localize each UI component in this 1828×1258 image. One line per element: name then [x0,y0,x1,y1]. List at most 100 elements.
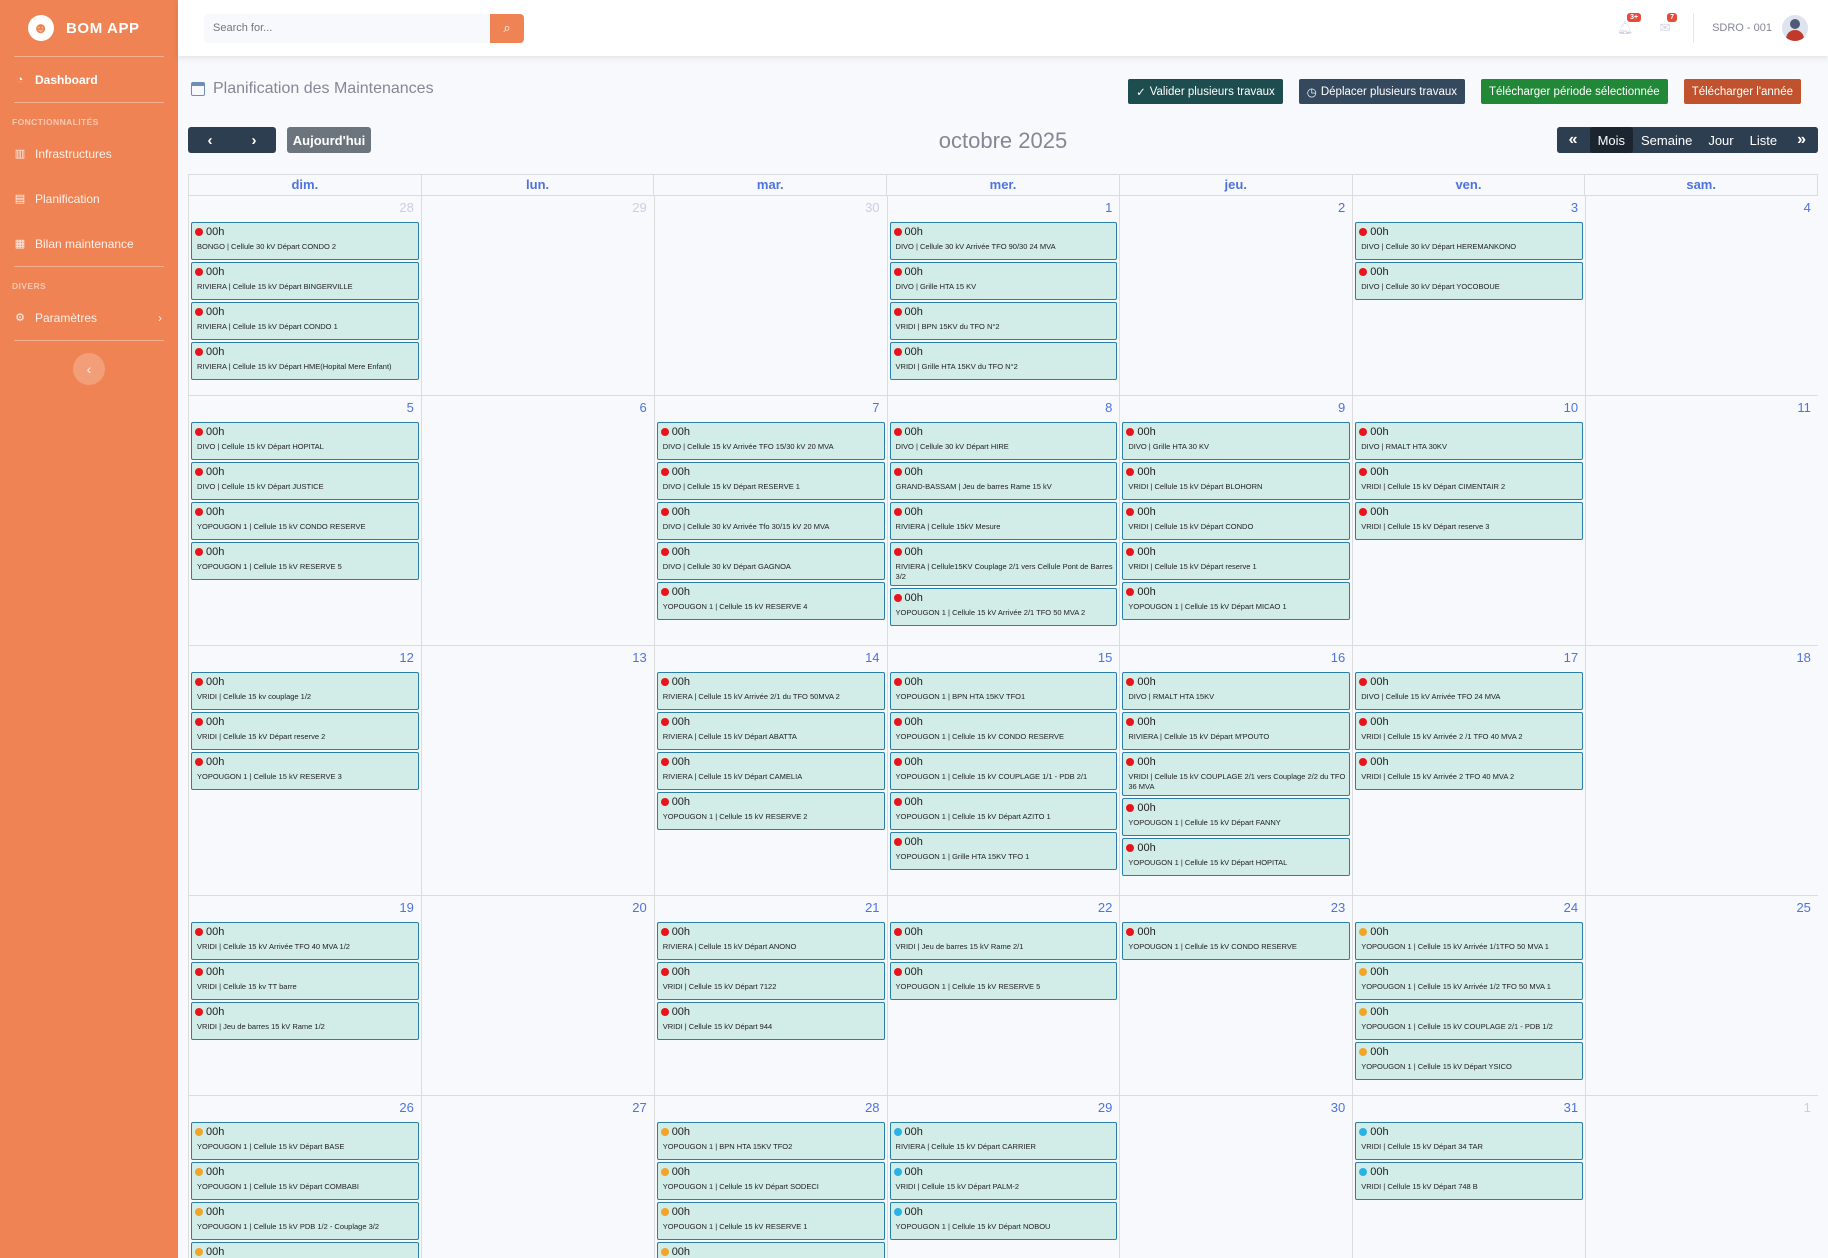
avatar[interactable] [1782,15,1808,41]
calendar-event[interactable]: 00h VRIDI | Cellule 15 kV Départ BLOHORN [1122,462,1351,500]
calendar-event[interactable]: 00h DIVO | Cellule 30 kV Arrivée TFO 90/3… [889,222,1118,260]
calendar-event[interactable]: 00h VRIDI | Cellule 15 kV Départ reserve … [1122,542,1351,580]
calendar-event[interactable]: 00h DIVO | Cellule 30 kV Départ HEREMANKO… [1355,222,1584,260]
calendar-day[interactable]: 21 00h RIVIERA | Cellule 15 kV Départ ANON… [655,896,888,1095]
calendar-event[interactable]: 00h YOPOUGON 1 | Cellule 15 kV RESERVE 5 [889,962,1118,1000]
calendar-event[interactable]: 00h RIVIERA | Cellule 15 kV Arrivée 2/1 d… [656,672,885,710]
calendar-event[interactable]: 00h YOPOUGON 1 | Cellule 15 kV Départ FAN… [1122,798,1351,836]
calendar-event[interactable]: 00h DIVO | RMALT HTA 15KV [1122,672,1351,710]
day-number[interactable]: 9 [1338,400,1345,415]
calendar-event[interactable]: 00h [191,1242,419,1258]
calendar-day[interactable]: 6 [422,396,655,645]
calendar-day[interactable]: 1 [1586,1096,1818,1258]
calendar-day[interactable]: 28 00h YOPOUGON 1 | BPN HTA 15KV TFO2 00h YO… [655,1096,888,1258]
day-number[interactable]: 5 [407,400,414,415]
day-number[interactable]: 15 [1098,650,1112,665]
calendar-day[interactable]: 26 00h YOPOUGON 1 | Cellule 15 kV Départ B… [189,1096,422,1258]
day-number[interactable]: 25 [1796,900,1810,915]
sidebar-item-bilan[interactable]: ▦ Bilan maintenance [0,221,178,266]
calendar-event[interactable]: 00h YOPOUGON 1 | Cellule 15 kV Arrivée 1/… [1355,962,1584,1000]
calendar-event[interactable]: 00h DIVO | RMALT HTA 30KV [1355,422,1584,460]
calendar-event[interactable]: 00h YOPOUGON 1 | Cellule 15 kV COUPLAGE 2… [1355,1002,1584,1040]
day-number[interactable]: 21 [865,900,879,915]
prev-button[interactable]: ‹ [188,127,232,153]
day-number[interactable]: 24 [1564,900,1578,915]
day-number[interactable]: 28 [399,200,413,215]
calendar-day[interactable]: 9 00h DIVO | Grille HTA 30 KV 00h VRIDI | Ce… [1120,396,1354,645]
calendar-event[interactable]: 00h DIVO | Cellule 15 kV Départ HOPITAL [191,422,419,460]
calendar-day[interactable]: 27 [422,1096,655,1258]
search-button[interactable]: ⌕ [490,13,524,43]
calendar-event[interactable]: 00h DIVO | Cellule 15 kV Arrivée TFO 15/3… [656,422,885,460]
day-number[interactable]: 8 [1105,400,1112,415]
sidebar-toggle-button[interactable]: ‹ [73,353,105,385]
day-number[interactable]: 7 [872,400,879,415]
calendar-day[interactable]: 23 00h YOPOUGON 1 | Cellule 15 kV CONDO RE… [1120,896,1354,1095]
move-multiple-button[interactable]: ◷ Déplacer plusieurs travaux [1298,79,1465,104]
calendar-day[interactable]: 28 00h BONGO | Cellule 30 kV Départ CONDO … [189,196,422,395]
calendar-event[interactable]: 00h RIVIERA | Cellule 15kV Mesure [889,502,1118,540]
calendar-day[interactable]: 12 00h VRIDI | Cellule 15 kv couplage 1/2 0… [189,646,422,895]
calendar-event[interactable]: 00h DIVO | Cellule 30 kV Départ YOCOBOUE [1355,262,1584,300]
calendar-event[interactable]: 00h YOPOUGON 1 | Cellule 15 kV CONDO RESE… [1122,922,1351,960]
calendar-event[interactable]: 00h RIVIERA | Cellule15KV Couplage 2/1 ve… [889,542,1118,586]
day-number[interactable]: 1 [1105,200,1112,215]
day-number[interactable]: 14 [865,650,879,665]
calendar-day[interactable]: 4 [1586,196,1818,395]
calendar-day[interactable]: 11 [1586,396,1818,645]
calendar-event[interactable]: 00h DIVO | Cellule 30 kV Départ HIRE [889,422,1118,460]
next-year-button[interactable]: » [1785,127,1818,153]
calendar-event[interactable]: 00h YOPOUGON 1 | Cellule 15 kV Départ NOB… [889,1202,1118,1240]
day-number[interactable]: 20 [632,900,646,915]
calendar-day[interactable]: 30 [1120,1096,1354,1258]
calendar-event[interactable]: 00h RIVIERA | Cellule 15 kV Départ CARRIE… [889,1122,1118,1160]
day-number[interactable]: 2 [1338,200,1345,215]
calendar-event[interactable]: 00h VRIDI | Cellule 15 kV Arrivée 2 /1 TF… [1355,712,1584,750]
day-number[interactable]: 12 [399,650,413,665]
calendar-event[interactable]: 00h VRIDI | Cellule 15 kV Départ reserve … [1355,502,1584,540]
calendar-event[interactable]: 00h VRIDI | BPN 15KV du TFO N°2 [889,302,1118,340]
calendar-event[interactable]: 00h YOPOUGON 1 | Cellule 15 kV CONDO RESE… [191,502,419,540]
calendar-day[interactable]: 7 00h DIVO | Cellule 15 kV Arrivée TFO 15/… [655,396,888,645]
calendar-event[interactable]: 00h RIVIERA | Cellule 15 kV Départ M'POUT… [1122,712,1351,750]
day-number[interactable]: 10 [1564,400,1578,415]
calendar-day[interactable]: 29 [422,196,655,395]
brand[interactable]: ☻ BOM APP [0,0,178,56]
calendar-day[interactable]: 20 [422,896,655,1095]
calendar-event[interactable]: 00h YOPOUGON 1 | Cellule 15 kV Départ COM… [191,1162,419,1200]
day-number[interactable]: 28 [865,1100,879,1115]
calendar-event[interactable]: 00h DIVO | Cellule 15 kV Arrivée TFO 24 M… [1355,672,1584,710]
calendar-event[interactable]: 00h BONGO | Cellule 30 kV Départ CONDO 2 [191,222,419,260]
day-number[interactable]: 29 [632,200,646,215]
calendar-event[interactable]: 00h DIVO | Cellule 15 kV Départ JUSTICE [191,462,419,500]
view-month-button[interactable]: Mois [1589,127,1634,153]
sidebar-item-infrastructures[interactable]: ▥ Infrastructures [0,131,178,176]
calendar-event[interactable]: 00h YOPOUGON 1 | Grille HTA 15KV TFO 1 [889,832,1118,870]
calendar-day[interactable]: 8 00h DIVO | Cellule 30 kV Départ HIRE 00h G… [888,396,1121,645]
calendar-day[interactable]: 1 00h DIVO | Cellule 30 kV Arrivée TFO 90/… [888,196,1121,395]
calendar-event[interactable]: 00h VRIDI | Cellule 15 kV Départ 748 B [1355,1162,1584,1200]
calendar-day[interactable]: 18 [1586,646,1818,895]
calendar-event[interactable]: 00h DIVO | Grille HTA 30 KV [1122,422,1351,460]
calendar-event[interactable]: 00h YOPOUGON 1 | Cellule 15 kV PDB 1/2 - … [191,1202,419,1240]
calendar-event[interactable]: 00h VRIDI | Cellule 15 kV Départ PALM-2 [889,1162,1118,1200]
calendar-event[interactable]: 00h DIVO | Cellule 15 kV Départ RESERVE 1 [656,462,885,500]
calendar-event[interactable]: 00h RIVIERA | Cellule 15 kV Départ ABATTA [656,712,885,750]
calendar-day[interactable]: 13 [422,646,655,895]
calendar-event[interactable]: 00h VRIDI | Cellule 15 kV Départ CIMENTAI… [1355,462,1584,500]
day-number[interactable]: 26 [399,1100,413,1115]
calendar-day[interactable]: 3 00h DIVO | Cellule 30 kV Départ HEREMANK… [1353,196,1587,395]
day-number[interactable]: 6 [639,400,646,415]
calendar-event[interactable]: 00h YOPOUGON 1 | Cellule 15 kV Départ BAS… [191,1122,419,1160]
calendar-event[interactable]: 00h VRIDI | Cellule 15 kV Départ 34 TAR [1355,1122,1584,1160]
day-number[interactable]: 31 [1564,1100,1578,1115]
calendar-event[interactable]: 00h VRIDI | Grille HTA 15KV du TFO N°2 [889,342,1118,380]
calendar-event[interactable]: 00h VRIDI | Cellule 15 kv TT barre [191,962,419,1000]
view-week-button[interactable]: Semaine [1633,127,1701,153]
day-number[interactable]: 23 [1331,900,1345,915]
day-number[interactable]: 30 [1331,1100,1345,1115]
view-list-button[interactable]: Liste [1741,127,1786,153]
day-number[interactable]: 16 [1331,650,1345,665]
calendar-day[interactable]: 29 00h RIVIERA | Cellule 15 kV Départ CARR… [888,1096,1121,1258]
calendar-event[interactable]: 00h VRIDI | Cellule 15 kV COUPLAGE 2/1 ve… [1122,752,1351,796]
